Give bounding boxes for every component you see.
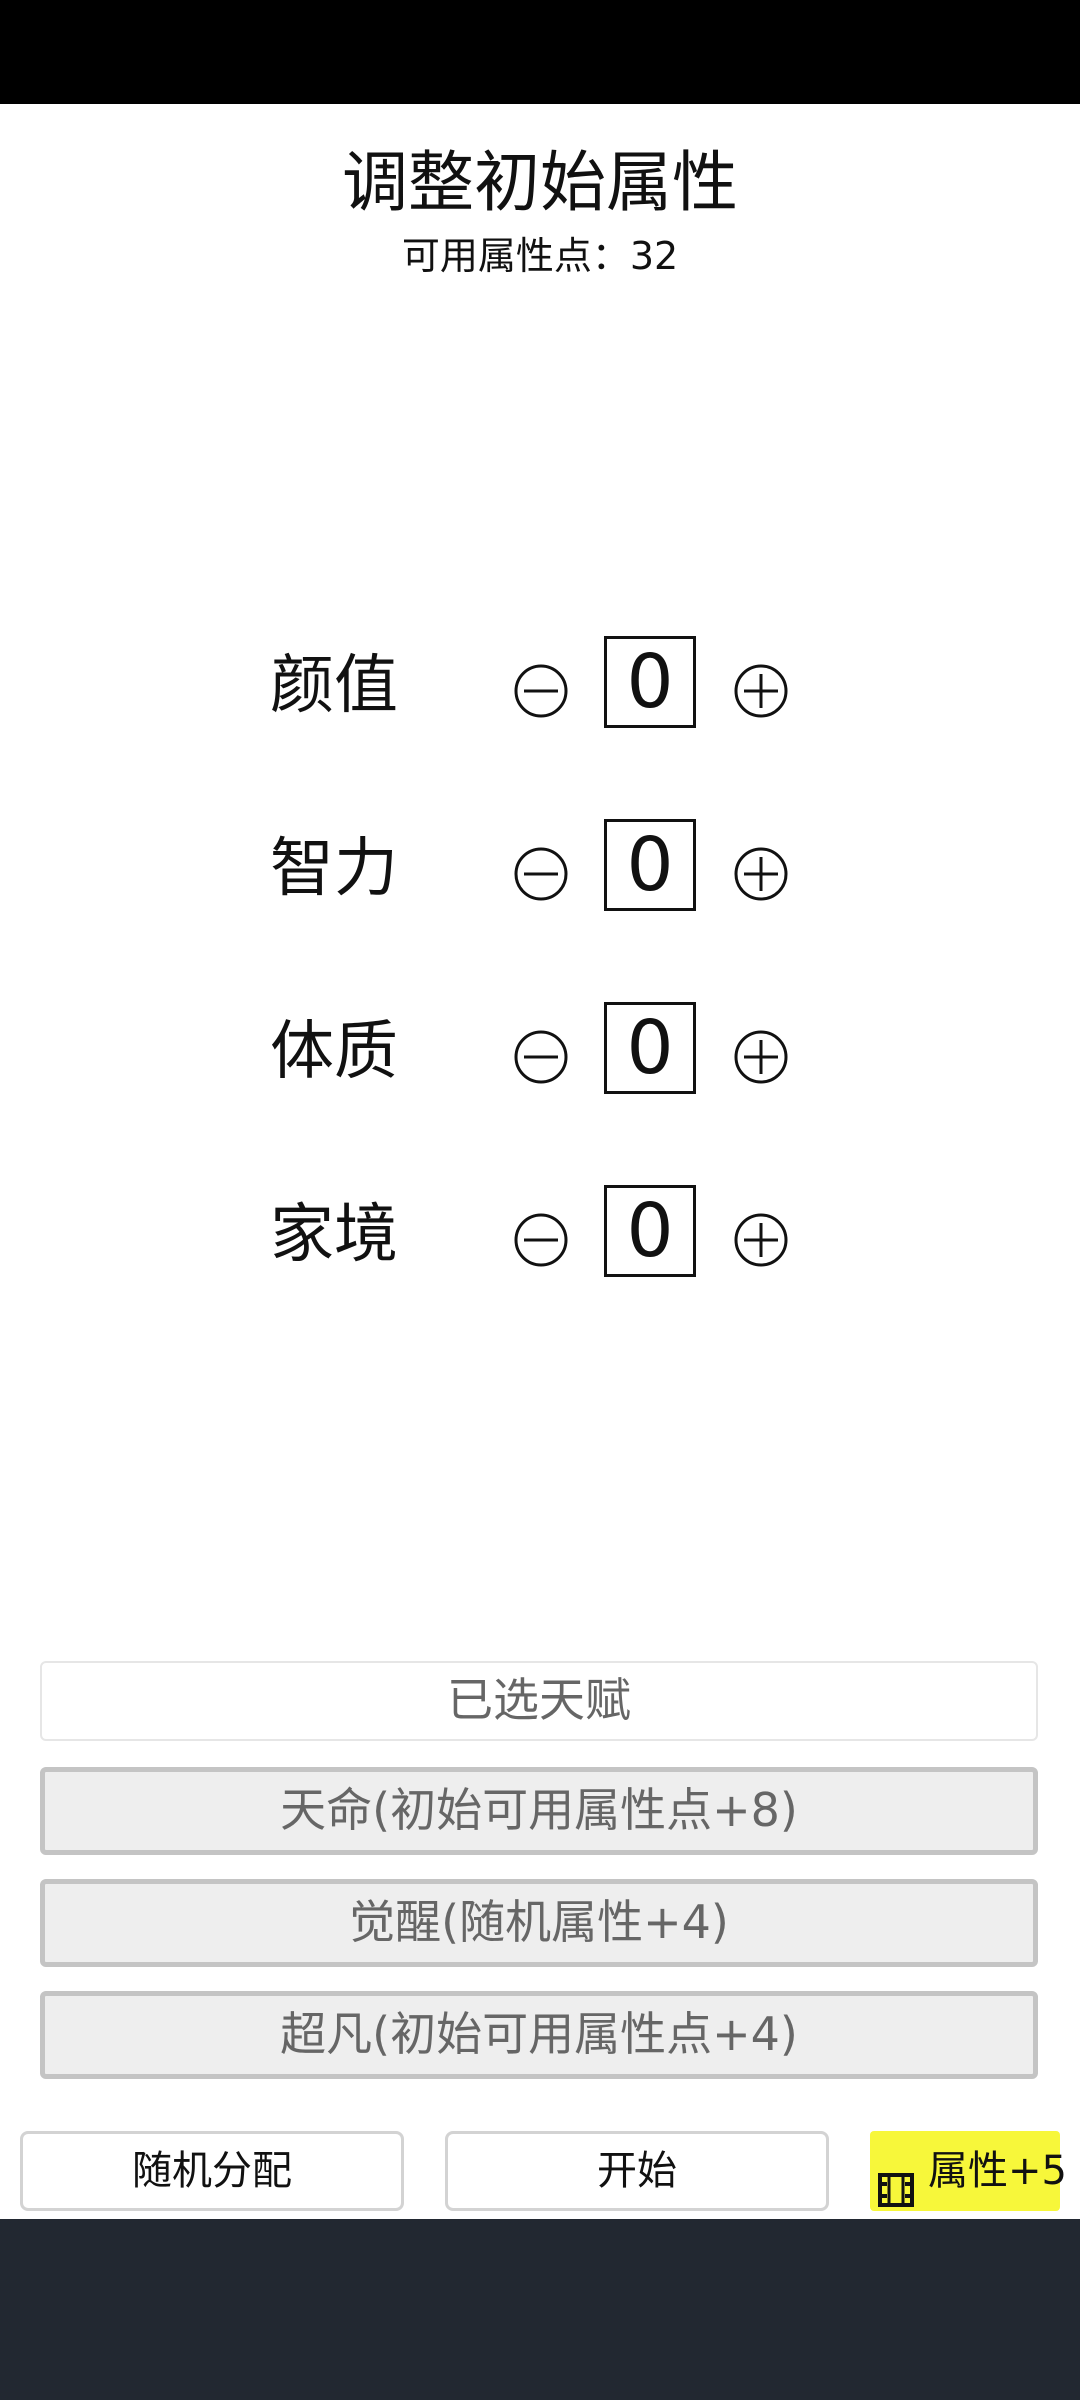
minus-circle-icon[interactable] [514,664,568,718]
status-bar [0,0,1080,104]
minus-circle-icon[interactable] [514,1213,568,1267]
video-film-icon [878,2154,914,2207]
attribute-value[interactable]: 0 [604,819,696,911]
plus-circle-icon[interactable] [734,664,788,718]
attribute-row-intelligence: 智力 0 [0,819,1080,919]
available-points-label: 可用属性点：32 [401,234,679,278]
plus-circle-icon[interactable] [734,1030,788,1084]
plus-circle-icon[interactable] [734,1213,788,1267]
ad-reward-button[interactable]: 属性+5 [870,2131,1067,2211]
attribute-label: 颜值 [270,649,398,723]
minus-circle-icon[interactable] [514,847,568,901]
talent-item[interactable]: 觉醒(随机属性+4) [40,1879,1038,1967]
selected-talents-header: 已选天赋 [40,1661,1038,1741]
attribute-row-constitution: 体质 0 [0,1002,1080,1102]
attribute-label: 体质 [270,1015,398,1089]
attribute-label: 家境 [270,1198,398,1272]
attribute-value[interactable]: 0 [604,636,696,728]
ad-reward-label: 属性+5 [928,2148,1067,2194]
page-title: 调整初始属性 [342,144,738,221]
attribute-value[interactable]: 0 [604,1185,696,1277]
attribute-label: 智力 [270,832,398,906]
random-allocate-button[interactable]: 随机分配 [20,2131,404,2211]
minus-circle-icon[interactable] [514,1030,568,1084]
plus-circle-icon[interactable] [734,847,788,901]
attribute-row-appearance: 颜值 0 [0,636,1080,736]
attribute-row-family: 家境 0 [0,1185,1080,1285]
start-button[interactable]: 开始 [445,2131,829,2211]
attribute-value[interactable]: 0 [604,1002,696,1094]
talent-item[interactable]: 超凡(初始可用属性点+4) [40,1991,1038,2079]
talent-item[interactable]: 天命(初始可用属性点+8) [40,1767,1038,1855]
navigation-bar [0,2219,1080,2400]
